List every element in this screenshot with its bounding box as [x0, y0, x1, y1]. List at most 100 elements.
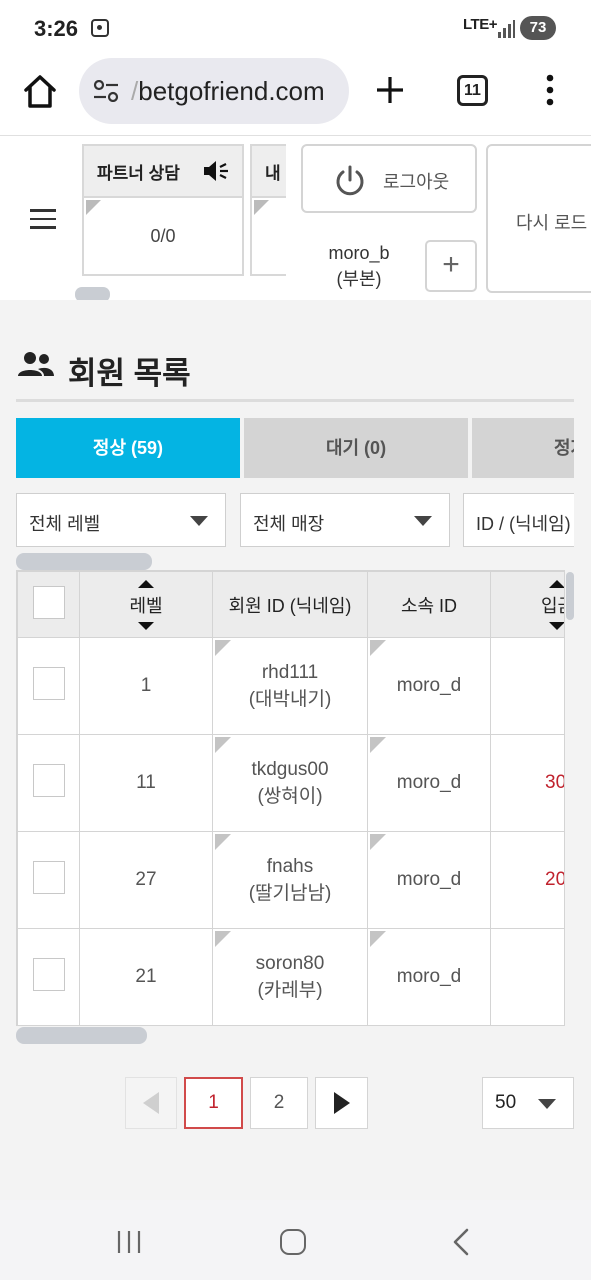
sort-down-icon[interactable]: [549, 621, 564, 630]
parent-id-cell: moro_d: [367, 637, 491, 735]
status-bar: 3:26 LTE+ 73: [0, 0, 591, 56]
member-id-header: 회원 ID (닉네임): [212, 571, 368, 638]
tab-suspended[interactable]: 정지: [472, 418, 574, 478]
next-page-button[interactable]: [315, 1077, 368, 1129]
chevron-down-icon: [538, 1099, 556, 1109]
corner-marker: [370, 931, 386, 947]
parent-id-cell: moro_d: [367, 831, 491, 929]
member-id: tkdgus00: [251, 758, 329, 780]
second-card[interactable]: 내: [250, 144, 286, 276]
sort-up-icon[interactable]: [138, 579, 154, 588]
parent-id: moro_d: [396, 869, 462, 890]
member-id-cell[interactable]: tkdgus00 (쌍혀이): [212, 734, 368, 832]
page-1-button[interactable]: 1: [184, 1077, 243, 1129]
home-icon[interactable]: [20, 72, 60, 112]
level-cell: 21: [79, 928, 213, 1025]
deposit-header[interactable]: 입금: [490, 571, 564, 638]
partner-consult-value-cell: 0/0: [84, 198, 242, 247]
select-all-checkbox[interactable]: [32, 585, 65, 619]
corner-marker: [215, 737, 231, 753]
network-type: LTE+: [463, 16, 497, 33]
recent-apps-icon[interactable]: [117, 1230, 141, 1254]
status-tabs: 정상 (59) 대기 (0) 정지: [16, 418, 574, 478]
hamburger-menu-icon[interactable]: [30, 209, 56, 229]
table-vertical-scrollbar[interactable]: [566, 572, 574, 620]
per-page-select[interactable]: 50: [482, 1077, 574, 1129]
title-divider: [16, 399, 574, 402]
table-horizontal-scrollbar[interactable]: [16, 1027, 147, 1044]
corner-marker: [215, 931, 231, 947]
filter-row: 전체 레벨 전체 매장 ID / (닉네임): [16, 493, 574, 547]
member-id-cell[interactable]: rhd111 (대박내기): [212, 637, 368, 735]
back-icon[interactable]: [450, 1228, 472, 1256]
speaker-icon[interactable]: [202, 159, 230, 183]
parent-id: moro_d: [396, 966, 462, 987]
deposit-header-label: 입금: [541, 595, 564, 616]
main-content: 회원 목록 정상 (59) 대기 (0) 정지 전체 레벨 전체 매장 ID /…: [0, 300, 591, 1200]
member-nickname: (카레부): [257, 979, 323, 1001]
site-settings-icon[interactable]: [93, 80, 119, 102]
corner-marker: [254, 200, 269, 215]
store-select[interactable]: 전체 매장: [240, 493, 450, 547]
table-row[interactable]: 21 soron80 (카레부) moro_d: [17, 928, 564, 1025]
member-id: rhd111: [261, 661, 319, 683]
deposit-cell: 20: [490, 831, 564, 929]
new-tab-icon[interactable]: [372, 72, 408, 108]
user-role: (부본): [336, 269, 382, 289]
user-name: moro_b: [328, 243, 390, 263]
row-select-cell: [17, 734, 80, 832]
partner-consult-card[interactable]: 파트너 상담 0/0: [82, 144, 244, 276]
row-checkbox[interactable]: [32, 860, 65, 894]
logout-button[interactable]: 로그아웃: [301, 144, 477, 213]
corner-marker: [86, 200, 101, 215]
sort-down-icon[interactable]: [138, 621, 154, 630]
level-header[interactable]: 레벨: [79, 571, 213, 638]
battery-icon: 73: [520, 16, 556, 40]
level-select-value: 전체 레벨: [29, 514, 101, 534]
row-checkbox[interactable]: [32, 957, 65, 991]
address-bar[interactable]: /betgofriend.com: [79, 58, 349, 124]
level-cell: 27: [79, 831, 213, 929]
reload-button[interactable]: 다시 로드: [486, 144, 591, 293]
home-nav-icon[interactable]: [280, 1229, 306, 1255]
add-button[interactable]: +: [425, 240, 477, 292]
member-id-cell[interactable]: soron80 (카레부): [212, 928, 368, 1025]
table-row[interactable]: 1 rhd111 (대박내기) moro_d: [17, 637, 564, 735]
row-checkbox[interactable]: [32, 666, 65, 700]
status-time: 3:26: [34, 16, 79, 41]
page-2-button[interactable]: 2: [250, 1077, 308, 1129]
parent-id-cell: moro_d: [367, 734, 491, 832]
deposit-cell: 30: [490, 734, 564, 832]
current-user: moro_b (부본): [300, 240, 418, 292]
sort-up-icon[interactable]: [549, 579, 564, 588]
search-type-select[interactable]: ID / (닉네임): [463, 493, 574, 547]
partner-consult-label: 파트너 상담: [97, 164, 180, 183]
second-card-value: [252, 198, 286, 226]
header-scrollbar[interactable]: [75, 287, 110, 300]
more-menu-icon[interactable]: [540, 72, 560, 108]
logout-label: 로그아웃: [383, 172, 450, 192]
filters-scrollbar[interactable]: [16, 553, 152, 570]
row-checkbox[interactable]: [32, 763, 65, 797]
member-nickname: (딸기남남): [248, 882, 332, 904]
people-icon: [18, 352, 54, 376]
prev-page-button[interactable]: [125, 1077, 177, 1129]
partner-consult-title: 파트너 상담: [84, 146, 242, 198]
system-navigation-bar: [0, 1200, 591, 1280]
tabs-icon[interactable]: 11: [457, 75, 488, 106]
row-select-cell: [17, 637, 80, 735]
member-id-cell[interactable]: fnahs (딸기남남): [212, 831, 368, 929]
table-row[interactable]: 27 fnahs (딸기남남) moro_d 20: [17, 831, 564, 929]
corner-marker: [370, 640, 386, 656]
level-select[interactable]: 전체 레벨: [16, 493, 226, 547]
search-type-value: ID / (닉네임): [476, 514, 571, 534]
url-domain: betgofriend.com: [138, 76, 325, 106]
tab-pending[interactable]: 대기 (0): [244, 418, 468, 478]
level-cell: 11: [79, 734, 213, 832]
level-header-label: 레벨: [129, 595, 163, 616]
power-icon: [336, 165, 364, 196]
store-select-value: 전체 매장: [253, 514, 325, 534]
tab-normal[interactable]: 정상 (59): [16, 418, 240, 478]
table-row[interactable]: 11 tkdgus00 (쌍혀이) moro_d 30: [17, 734, 564, 832]
site-header: 파트너 상담 0/0 내 로그아웃 moro_b (부본) + 다시 로드: [0, 137, 591, 300]
